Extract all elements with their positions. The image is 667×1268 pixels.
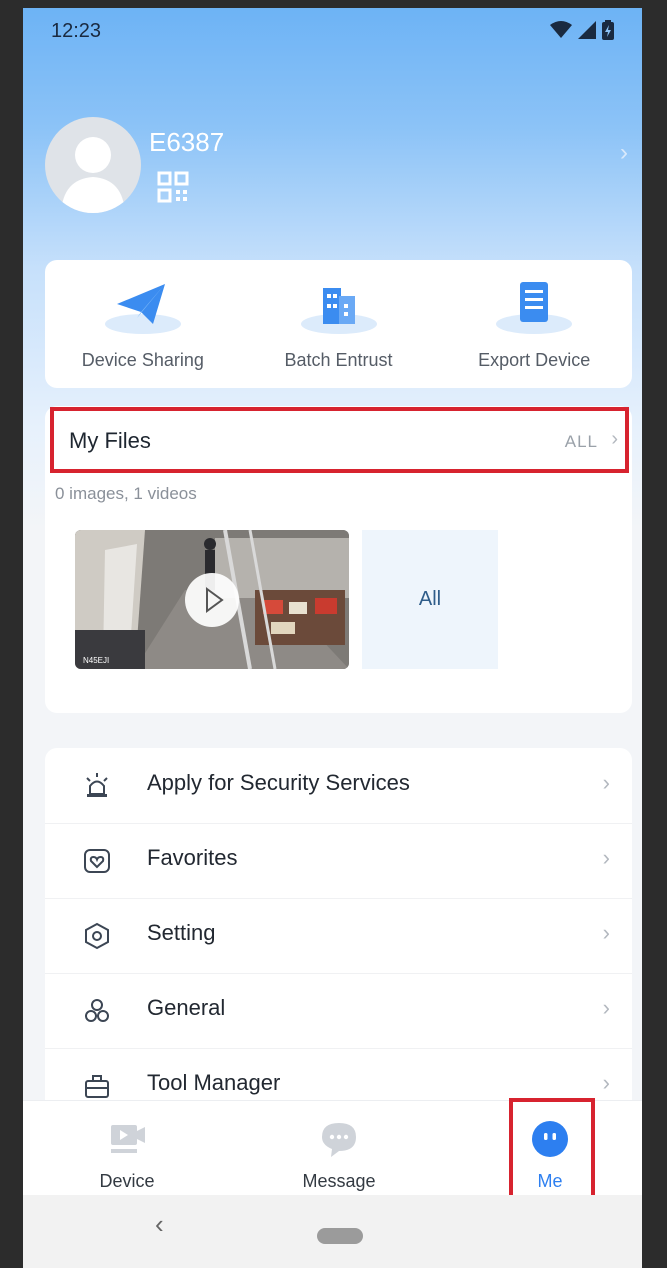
device-sharing-label: Device Sharing bbox=[81, 350, 204, 370]
avatar[interactable] bbox=[45, 117, 141, 213]
wifi-icon bbox=[550, 21, 572, 38]
video-caption: N45EJI bbox=[83, 656, 110, 665]
chevron-right-icon: › bbox=[602, 770, 610, 795]
hexagon-gear-icon bbox=[85, 922, 109, 950]
three-circles-icon bbox=[85, 999, 109, 1022]
chevron-right-icon: › bbox=[602, 995, 610, 1020]
menu-item-label: Setting bbox=[147, 920, 216, 945]
video-thumbnail[interactable]: N45EJI bbox=[75, 530, 349, 669]
play-icon bbox=[206, 587, 224, 613]
system-nav-bar: ‹ bbox=[23, 1195, 642, 1268]
menu-item-label: Tool Manager bbox=[147, 1070, 281, 1095]
status-bar: 12:23 bbox=[23, 8, 642, 56]
back-icon[interactable]: ‹ bbox=[155, 1209, 164, 1240]
signal-icon bbox=[578, 21, 596, 39]
menu-item-favorites[interactable]: Favorites › bbox=[45, 823, 632, 899]
menu-item-setting[interactable]: Setting › bbox=[45, 898, 632, 974]
menu-item-label: Favorites bbox=[147, 845, 238, 870]
battery-icon bbox=[602, 20, 614, 40]
avatar-person-icon bbox=[61, 137, 125, 213]
profile-header[interactable]: E6387 › bbox=[23, 113, 642, 223]
menu-item-label: General bbox=[147, 995, 226, 1020]
menu-item-label: Apply for Security Services bbox=[147, 770, 410, 795]
phone-screen: 12:23 E6387 › Device Sharing Batch Entru… bbox=[23, 8, 642, 1268]
profile-username: E6387 bbox=[149, 127, 225, 157]
home-pill-button[interactable] bbox=[317, 1228, 363, 1244]
camera-device-icon bbox=[111, 1125, 145, 1153]
chevron-right-icon: › bbox=[602, 920, 610, 945]
settings-menu-card: Apply for Security Services › Favorites … bbox=[45, 748, 632, 1118]
tab-label: Device bbox=[99, 1171, 155, 1191]
chevron-right-icon: › bbox=[602, 845, 610, 870]
export-device-label: Export Device bbox=[478, 350, 591, 370]
status-time: 12:23 bbox=[51, 20, 102, 42]
status-icons bbox=[550, 20, 614, 40]
quick-actions-card: Device Sharing Batch Entrust Export Devi… bbox=[45, 260, 632, 388]
chevron-right-icon: › bbox=[602, 1070, 610, 1095]
batch-entrust-button[interactable]: Batch Entrust bbox=[241, 260, 437, 388]
files-count: 0 images, 1 videos bbox=[55, 484, 197, 503]
tab-message[interactable]: Message bbox=[239, 1101, 439, 1196]
batch-entrust-label: Batch Entrust bbox=[284, 350, 393, 370]
all-files-label: All bbox=[418, 588, 442, 610]
play-button[interactable] bbox=[185, 573, 239, 627]
all-files-tile[interactable]: All bbox=[362, 530, 498, 669]
document-list-icon bbox=[496, 282, 573, 334]
alarm-light-icon bbox=[86, 773, 108, 797]
export-device-button[interactable]: Export Device bbox=[436, 260, 632, 388]
chevron-right-icon[interactable]: › bbox=[620, 139, 628, 167]
menu-item-security-services[interactable]: Apply for Security Services › bbox=[45, 748, 632, 824]
tab-label: Message bbox=[302, 1171, 376, 1191]
my-files-highlight bbox=[50, 407, 629, 473]
device-sharing-button[interactable]: Device Sharing bbox=[45, 260, 241, 388]
qr-code-icon[interactable] bbox=[157, 171, 189, 203]
heart-icon bbox=[84, 849, 110, 873]
building-icon bbox=[300, 288, 377, 334]
me-tab-highlight bbox=[509, 1098, 595, 1204]
toolbox-icon bbox=[85, 1075, 109, 1098]
tab-device[interactable]: Device bbox=[27, 1101, 227, 1196]
chat-bubble-icon bbox=[322, 1123, 356, 1157]
paper-plane-icon bbox=[104, 284, 181, 334]
menu-item-general[interactable]: General › bbox=[45, 973, 632, 1049]
